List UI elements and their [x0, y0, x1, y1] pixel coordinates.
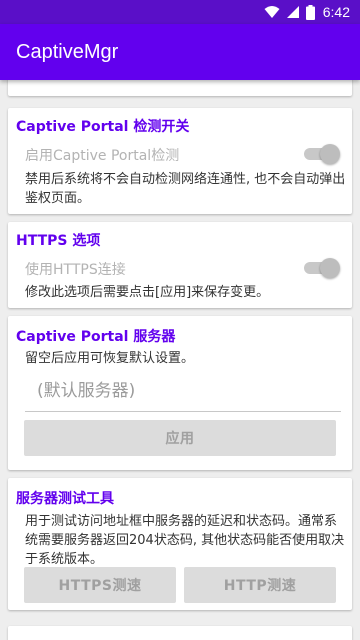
server-input-wrap — [25, 370, 341, 412]
portal-server-title: Captive Portal 服务器 — [16, 329, 176, 345]
portal-server-card: Captive Portal 服务器 留空后应用可恢复默认设置。 应用 — [8, 316, 352, 470]
app-title: CaptiveMgr — [16, 40, 119, 63]
status-bar: 6:42 — [0, 0, 360, 24]
apply-button[interactable]: 应用 — [24, 420, 336, 456]
server-address-input[interactable] — [25, 370, 341, 411]
portal-switch-card: Captive Portal 检测开关 启用Captive Portal检测 禁… — [8, 108, 352, 214]
https-options-label: 使用HTTPS连接 — [25, 262, 126, 278]
https-speed-test-button[interactable]: HTTPS测速 — [24, 567, 176, 603]
settings-scroll[interactable]: Captive Portal 检测开关 启用Captive Portal检测 禁… — [0, 80, 360, 640]
https-options-description: 修改此选项后需要点击[应用]来保存变更。 — [25, 285, 270, 300]
previous-card — [8, 80, 352, 96]
signal-icon — [286, 6, 299, 18]
portal-server-hint: 留空后应用可恢复默认设置。 — [25, 351, 195, 366]
switch-thumb — [320, 144, 340, 164]
https-options-card: HTTPS 选项 使用HTTPS连接 修改此选项后需要点击[应用]来保存变更。 — [8, 222, 352, 308]
server-test-card: 服务器测试工具 用于测试访问地址框中服务器的延迟和状态码。通常系统需要服务器返回… — [8, 478, 352, 610]
portal-switch-label: 启用Captive Portal检测 — [25, 148, 180, 164]
server-test-description: 用于测试访问地址框中服务器的延迟和状态码。通常系统需要服务器返回204状态码, … — [25, 514, 345, 567]
battery-icon — [305, 4, 315, 20]
wifi-icon — [264, 6, 280, 18]
portal-switch-title: Captive Portal 检测开关 — [16, 119, 190, 135]
portal-detection-switch[interactable] — [302, 144, 340, 164]
app-bar: CaptiveMgr — [0, 24, 360, 80]
server-test-title: 服务器测试工具 — [16, 491, 114, 507]
portal-switch-description: 禁用后系统将不会自动检测网络连通性, 也不会自动弹出鉴权页面。 — [25, 172, 346, 206]
https-switch[interactable] — [302, 258, 340, 278]
next-card — [8, 626, 352, 640]
https-options-title: HTTPS 选项 — [16, 233, 101, 249]
status-time: 6:42 — [322, 4, 350, 20]
switch-thumb — [320, 258, 340, 278]
http-speed-test-button[interactable]: HTTP测速 — [184, 567, 336, 603]
